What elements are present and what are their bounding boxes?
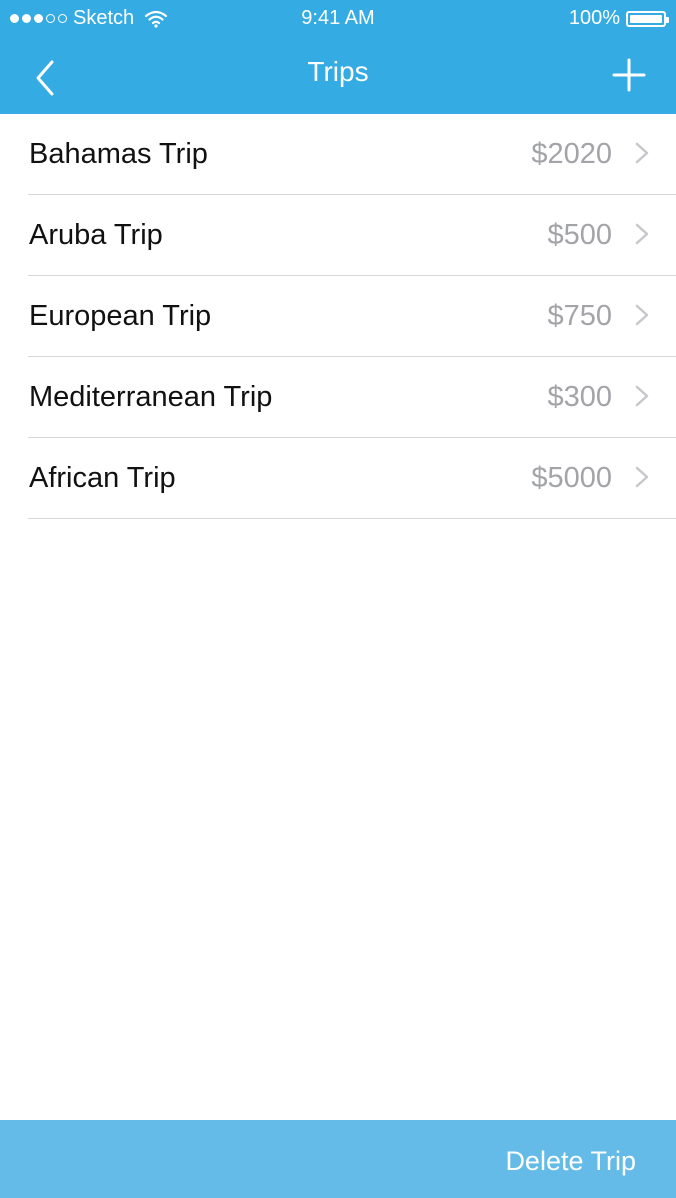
page-title: Trips xyxy=(307,56,369,87)
trip-row-mediterranean[interactable]: Mediterranean Trip $300 xyxy=(28,357,676,438)
trip-price: $750 xyxy=(547,300,612,332)
chevron-right-icon xyxy=(635,142,649,164)
trip-name: Mediterranean Trip xyxy=(29,381,273,413)
trip-price: $300 xyxy=(547,381,612,413)
delete-trip-button[interactable]: Delete Trip xyxy=(0,1120,676,1198)
chevron-right-icon xyxy=(635,304,649,326)
navigation-bar: Trips xyxy=(0,36,676,114)
trip-list: Bahamas Trip $2020 Aruba Trip $500 Europ… xyxy=(0,114,676,519)
header: Sketch 9:41 AM 100% Trips xyxy=(0,0,676,114)
trip-name: Aruba Trip xyxy=(29,219,163,251)
trip-row-african[interactable]: African Trip $5000 xyxy=(28,438,676,519)
battery-icon xyxy=(626,10,669,27)
chevron-right-icon xyxy=(635,385,649,407)
status-right: 100% xyxy=(568,7,669,30)
trip-name: African Trip xyxy=(29,462,176,494)
trip-price: $500 xyxy=(547,219,612,251)
chevron-right-icon xyxy=(635,223,649,245)
trip-row-aruba[interactable]: Aruba Trip $500 xyxy=(28,195,676,276)
add-trip-button[interactable] xyxy=(612,58,646,92)
trip-row-european[interactable]: European Trip $750 xyxy=(28,276,676,357)
trip-name: Bahamas Trip xyxy=(29,138,208,170)
trip-price: $5000 xyxy=(531,462,612,494)
plus-icon xyxy=(612,58,646,96)
trip-row-bahamas[interactable]: Bahamas Trip $2020 xyxy=(28,114,676,195)
trip-name: European Trip xyxy=(29,300,212,332)
chevron-right-icon xyxy=(635,466,649,488)
status-bar: Sketch 9:41 AM 100% xyxy=(0,0,676,36)
battery-percentage: 100% xyxy=(568,7,620,29)
trip-price: $2020 xyxy=(531,138,612,170)
delete-trip-label: Delete Trip xyxy=(505,1146,636,1176)
